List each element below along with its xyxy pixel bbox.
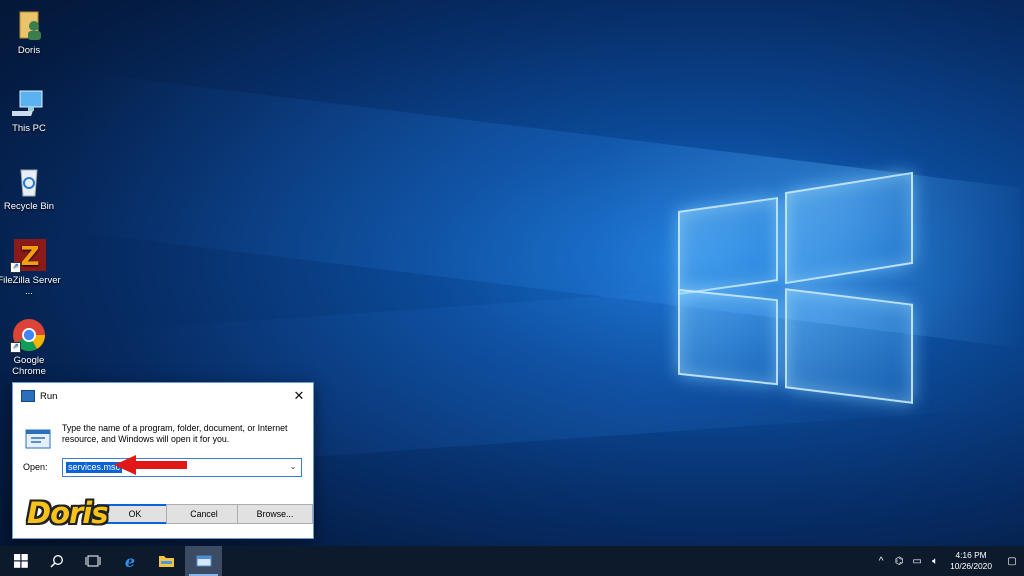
watermark-logo: Doris [27,496,108,530]
run-description: Type the name of a program, folder, docu… [62,423,288,444]
volume-icon[interactable]: 🔈︎ [927,556,943,567]
user-folder-icon [12,8,46,42]
desktop-icon-label: Recycle Bin [3,201,55,212]
desktop-icon-recycle-bin[interactable]: Recycle Bin [0,164,61,212]
start-icon[interactable] [2,546,39,576]
ok-button[interactable]: OK [97,504,173,524]
file-explorer-icon[interactable] [148,546,185,576]
network-icon[interactable]: ▭ [909,556,925,567]
chevron-down-icon[interactable]: ⌄ [287,460,299,474]
notification-icon[interactable]: ▢ [1001,556,1023,567]
clock-date: 10/26/2020 [950,561,992,571]
edge-icon[interactable]: e [111,546,148,576]
search-icon[interactable] [38,546,75,576]
task-view-icon[interactable] [74,546,111,576]
run-program-icon [25,428,53,450]
taskbar: e ^ ⌬ ▭ 🔈︎ 4:16 PM 10/26/2020 ▢ [0,546,1024,576]
desktop-icon-filezilla[interactable]: Z ↗ FileZilla Server ... [0,238,61,297]
clock-time: 4:16 PM [955,550,987,560]
shortcut-arrow-icon: ↗ [10,262,21,273]
usb-icon[interactable]: ⌬ [891,556,907,567]
close-button[interactable]: ✕ [291,388,307,404]
desktop-icon-label: FileZilla Server ... [0,275,61,297]
open-label: Open: [23,462,48,472]
clock[interactable]: 4:16 PM 10/26/2020 [950,550,992,572]
browse-button[interactable]: Browse... [237,504,313,524]
desktop-icon-label: This PC [12,123,46,134]
desktop-icon-label: Doris [17,45,41,56]
svg-text:e: e [124,553,134,569]
chevron-up-icon[interactable]: ^ [873,556,889,567]
desktop-icon-label: Google Chrome [12,355,46,377]
desktop-icon-chrome[interactable]: ↗ Google Chrome [0,318,61,377]
red-arrow-annotation [114,455,187,475]
recycle-bin-icon [12,164,46,198]
cancel-button[interactable]: Cancel [166,504,242,524]
computer-icon [5,86,46,120]
system-tray: ^ ⌬ ▭ 🔈︎ 4:16 PM 10/26/2020 ▢ [872,546,1024,576]
chrome-icon: ↗ [10,318,46,353]
run-title-bar[interactable]: Run [13,383,313,409]
svg-text:Z: Z [21,242,40,272]
desktop-icon-doris[interactable]: Doris [0,8,61,56]
filezilla-icon: Z ↗ [10,238,46,273]
desktop-icon-this-pc[interactable]: This PC [0,86,61,134]
run-title: Run [40,390,58,402]
run-icon [21,390,35,402]
windows-logo-wallpaper [675,171,915,410]
shortcut-arrow-icon: ↗ [10,342,21,353]
taskbar-run-app[interactable] [185,546,222,576]
